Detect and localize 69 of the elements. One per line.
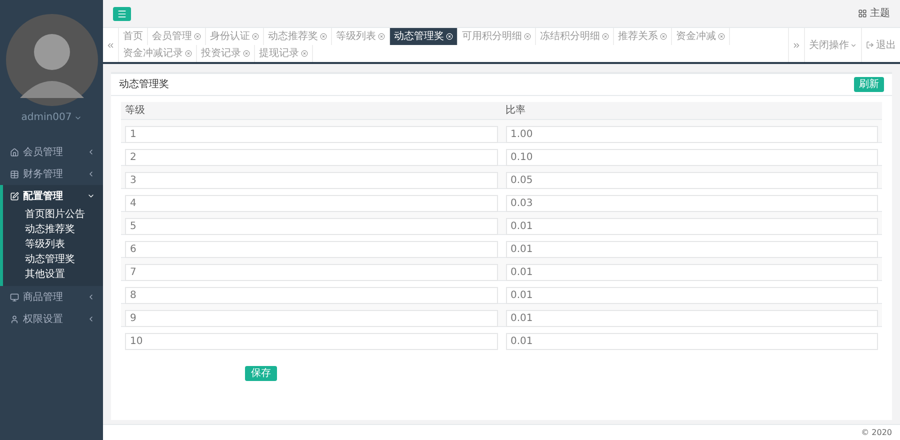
tab[interactable]: 动态管理奖 [390, 28, 458, 45]
input-field[interactable]: 2 [125, 149, 498, 166]
tab[interactable]: 投资记录 [197, 45, 255, 62]
input-field[interactable]: 0.05 [506, 172, 878, 189]
input-field[interactable]: 1.00 [506, 126, 878, 143]
input-field[interactable]: 0.01 [506, 333, 878, 350]
copyright: © 2020 [861, 426, 892, 438]
input-field[interactable]: 0.01 [506, 287, 878, 304]
column-header: 比率 [504, 104, 526, 118]
input-field[interactable]: 6 [125, 241, 498, 258]
input-field[interactable]: 10 [125, 333, 498, 350]
input-field[interactable]: 8 [125, 287, 498, 304]
column-header: 等级 [124, 104, 146, 118]
tab[interactable]: 提现记录 [255, 45, 313, 62]
refresh-button[interactable]: 刷新 [854, 77, 884, 92]
input-field[interactable]: 1 [125, 126, 498, 143]
input-field[interactable]: 3 [125, 172, 498, 189]
submenu-item[interactable]: 动态管理奖 [3, 252, 103, 267]
double-left-icon [106, 40, 115, 50]
caret-icon [87, 315, 95, 323]
caret-icon [87, 293, 95, 301]
input-field[interactable]: 7 [125, 264, 498, 281]
menu-item[interactable]: 权限设置 [3, 308, 103, 330]
input-field[interactable]: 0.01 [506, 218, 878, 235]
user-menu[interactable]: admin007 [0, 110, 103, 125]
submenu-item[interactable]: 首页图片公告 [3, 207, 103, 222]
input-field[interactable]: 4 [125, 195, 498, 212]
submenu-item[interactable]: 动态推荐奖 [3, 222, 103, 237]
tab[interactable]: 资金冲减 [672, 28, 730, 45]
menu-item[interactable]: 商品管理 [3, 286, 103, 308]
menu-toggle[interactable] [113, 6, 131, 20]
input-field[interactable]: 0.03 [506, 195, 878, 212]
tab[interactable]: 会员管理 [148, 28, 206, 45]
input-field[interactable]: 0.10 [506, 149, 878, 166]
grid-icon [858, 9, 867, 18]
caret-icon [850, 42, 857, 48]
menu-item[interactable]: 财务管理 [3, 163, 103, 185]
caret-icon [87, 192, 95, 200]
input-field[interactable]: 5 [125, 218, 498, 235]
submenu-item[interactable]: 等级列表 [3, 237, 103, 252]
tab[interactable]: 冻结积分明细 [536, 28, 614, 45]
menu-item[interactable]: 会员管理 [3, 141, 103, 163]
input-field[interactable]: 0.01 [506, 241, 878, 258]
tab[interactable]: 动态推荐奖 [264, 28, 332, 45]
house-icon [10, 148, 19, 156]
input-field[interactable]: 9 [125, 310, 498, 327]
double-right-icon [792, 40, 801, 50]
tab[interactable]: 首页 [119, 28, 148, 45]
input-field[interactable]: 0.01 [506, 264, 878, 281]
tab[interactable]: 可用积分明细 [458, 28, 536, 45]
monitor-icon [10, 292, 19, 302]
card-title: 动态管理奖 [119, 78, 169, 92]
input-field[interactable]: 0.01 [506, 310, 878, 327]
save-button[interactable]: 保存 [245, 366, 277, 381]
tab[interactable]: 身份认证 [206, 28, 264, 45]
submenu-item[interactable]: 其他设置 [3, 267, 103, 282]
user-icon [10, 314, 19, 324]
edit-icon [10, 192, 19, 200]
caret-icon [87, 148, 95, 156]
logout-button[interactable]: 退出 [861, 28, 900, 62]
menu-icon [117, 8, 127, 18]
caret-icon [87, 170, 95, 178]
tab[interactable]: 资金冲减记录 [119, 45, 197, 62]
table-icon [10, 170, 19, 178]
menu-item[interactable]: 配置管理 [3, 185, 103, 207]
close-menu-button[interactable]: 关闭操作 [804, 28, 861, 62]
logout-icon [866, 41, 874, 49]
theme-button[interactable]: 主题 [858, 6, 890, 21]
tab[interactable]: 推荐关系 [614, 28, 672, 45]
